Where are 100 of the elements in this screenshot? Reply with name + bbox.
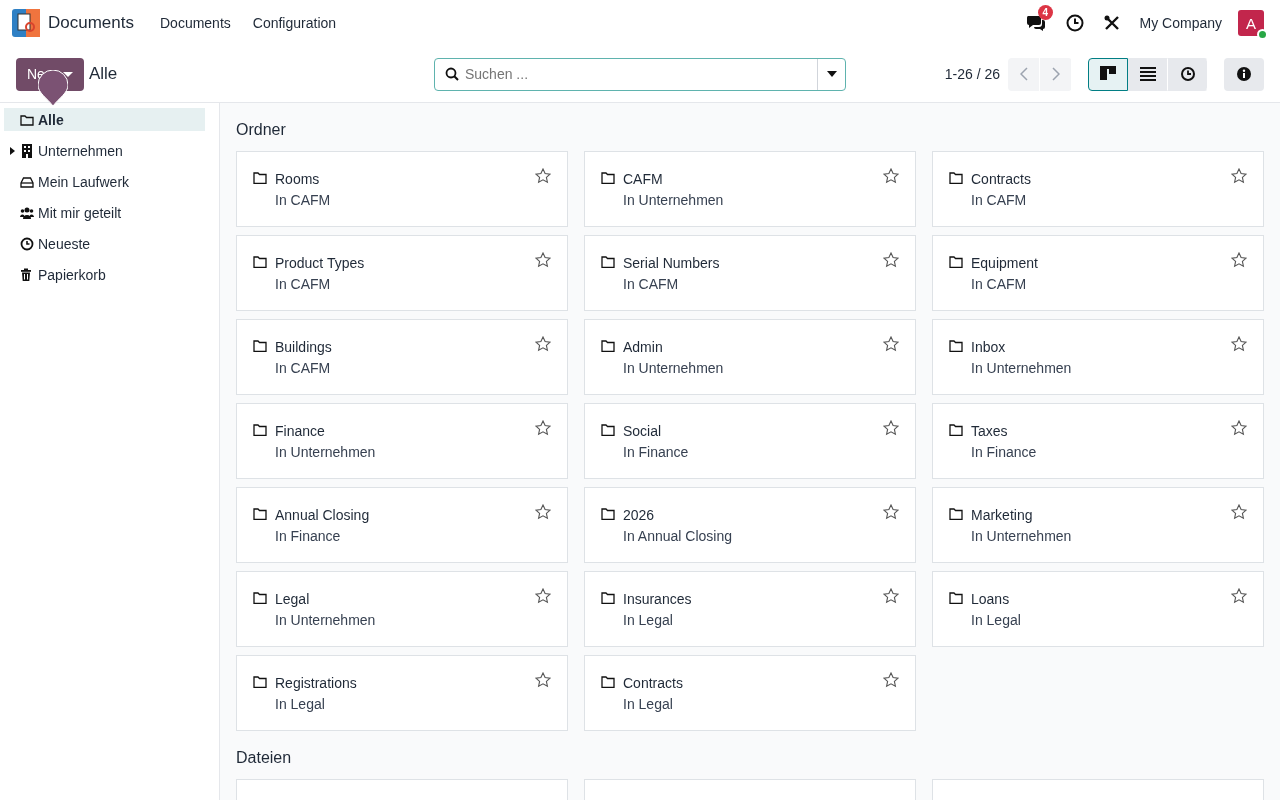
folder-location: In Unternehmen — [971, 359, 1073, 377]
folder-card[interactable]: Finance In Unternehmen — [236, 403, 568, 479]
user-avatar[interactable]: A — [1238, 10, 1264, 36]
star-icon[interactable] — [883, 420, 899, 436]
star-icon[interactable] — [883, 252, 899, 268]
menu-item[interactable]: Documents — [160, 15, 231, 31]
folder-card[interactable]: Contracts In Legal — [584, 655, 916, 731]
folder-card[interactable]: Loans In Legal — [932, 571, 1264, 647]
folder-name: Marketing — [971, 506, 1034, 524]
folder-icon — [949, 592, 963, 604]
sidebar-item[interactable]: Alle — [4, 108, 205, 131]
folder-card[interactable]: Admin In Unternehmen — [584, 319, 916, 395]
clock-icon — [20, 236, 34, 251]
sidebar-item[interactable]: Papierkorb — [4, 263, 205, 286]
folder-location: In Unternehmen — [623, 191, 725, 209]
folder-name: Taxes — [971, 422, 1009, 440]
folder-icon — [601, 340, 615, 352]
clock-icon[interactable] — [1065, 14, 1084, 32]
folder-card[interactable]: Product Types In CAFM — [236, 235, 568, 311]
star-icon[interactable] — [1231, 252, 1247, 268]
company-name[interactable]: My Company — [1139, 15, 1222, 31]
folder-name: Registrations — [275, 674, 358, 692]
menu-item[interactable]: Configuration — [252, 15, 337, 31]
sidebar-item[interactable]: Unternehmen — [4, 139, 205, 162]
folder-name: Serial Numbers — [623, 254, 721, 272]
star-icon[interactable] — [535, 252, 551, 268]
star-icon[interactable] — [883, 588, 899, 604]
caret-icon[interactable] — [10, 146, 15, 155]
folder-name: Legal — [275, 590, 311, 608]
folder-location: In Legal — [623, 611, 674, 629]
chat-icon[interactable] — [1025, 14, 1046, 32]
folder-name: CAFM — [623, 170, 664, 188]
folder-card[interactable]: Legal In Unternehmen — [236, 571, 568, 647]
folder-card[interactable]: Registrations In Legal — [236, 655, 568, 731]
folder-card[interactable]: Marketing In Unternehmen — [932, 487, 1264, 563]
users-icon — [20, 205, 34, 220]
folder-card[interactable]: Insurances In Legal — [584, 571, 916, 647]
star-icon[interactable] — [535, 588, 551, 604]
star-icon[interactable] — [883, 672, 899, 688]
folder-location: In CAFM — [623, 275, 680, 293]
star-icon[interactable] — [535, 504, 551, 520]
folder-icon — [949, 508, 963, 520]
folder-card[interactable]: Contracts In CAFM — [932, 151, 1264, 227]
folder-icon — [253, 592, 267, 604]
list-icon — [1140, 66, 1156, 82]
search-icon — [445, 67, 459, 81]
app-logo-icon — [12, 9, 40, 37]
star-icon[interactable] — [883, 504, 899, 520]
view-toggle-button[interactable] — [1088, 57, 1128, 91]
star-icon[interactable] — [1231, 588, 1247, 604]
folder-location: In Unternehmen — [275, 611, 377, 629]
folder-name: Annual Closing — [275, 506, 371, 524]
star-icon[interactable] — [535, 672, 551, 688]
folder-icon — [601, 172, 615, 184]
trash-icon — [20, 267, 34, 282]
folder-name: Insurances — [623, 590, 693, 608]
folder-location: In CAFM — [971, 191, 1028, 209]
star-icon[interactable] — [883, 336, 899, 352]
search-bar[interactable]: Suchen ... — [434, 57, 846, 91]
tools-icon[interactable] — [1103, 15, 1120, 31]
folder-card[interactable]: Rooms In CAFM — [236, 151, 568, 227]
star-icon[interactable] — [535, 420, 551, 436]
app-name: Documents — [48, 13, 134, 33]
section-title: Dateien — [236, 749, 293, 767]
folder-card[interactable]: Serial Numbers In CAFM — [584, 235, 916, 311]
caret-icon[interactable] — [826, 71, 837, 77]
folder-card[interactable]: Inbox In Unternehmen — [932, 319, 1264, 395]
folder-card[interactable]: Social In Finance — [584, 403, 916, 479]
folder-name: Contracts — [623, 674, 684, 692]
star-icon[interactable] — [535, 336, 551, 352]
star-icon[interactable] — [1231, 168, 1247, 184]
folder-card[interactable]: Buildings In CAFM — [236, 319, 568, 395]
folder-location: In CAFM — [275, 191, 332, 209]
folder-icon — [253, 508, 267, 520]
kanban-icon — [1100, 66, 1116, 82]
sidebar-item[interactable]: Neueste — [4, 232, 205, 255]
folder-card[interactable]: CAFM In Unternehmen — [584, 151, 916, 227]
chevron-right-icon — [1051, 67, 1060, 81]
sidebar-item[interactable]: Mein Laufwerk — [4, 170, 205, 193]
folder-icon — [253, 340, 267, 352]
sidebar-item[interactable]: Mit mir geteilt — [4, 201, 205, 224]
star-icon[interactable] — [883, 168, 899, 184]
folder-card[interactable]: Equipment In CAFM — [932, 235, 1264, 311]
folder-name: Inbox — [971, 338, 1007, 356]
chevron-left-icon — [1019, 67, 1028, 81]
folder-card[interactable]: 2026 In Annual Closing — [584, 487, 916, 563]
notification-badge: 4 — [1037, 5, 1054, 20]
star-icon[interactable] — [1231, 336, 1247, 352]
folder-card[interactable]: Annual Closing In Finance — [236, 487, 568, 563]
star-icon[interactable] — [535, 168, 551, 184]
search-field[interactable]: Suchen ... — [459, 58, 817, 90]
folder-icon — [601, 676, 615, 688]
folder-card[interactable]: Taxes In Finance — [932, 403, 1264, 479]
building-icon — [20, 143, 34, 158]
clock-icon — [1180, 66, 1196, 82]
folder-icon — [253, 256, 267, 268]
star-icon[interactable] — [1231, 504, 1247, 520]
info-button[interactable] — [1224, 57, 1264, 91]
folder-location: In Legal — [971, 611, 1022, 629]
star-icon[interactable] — [1231, 420, 1247, 436]
